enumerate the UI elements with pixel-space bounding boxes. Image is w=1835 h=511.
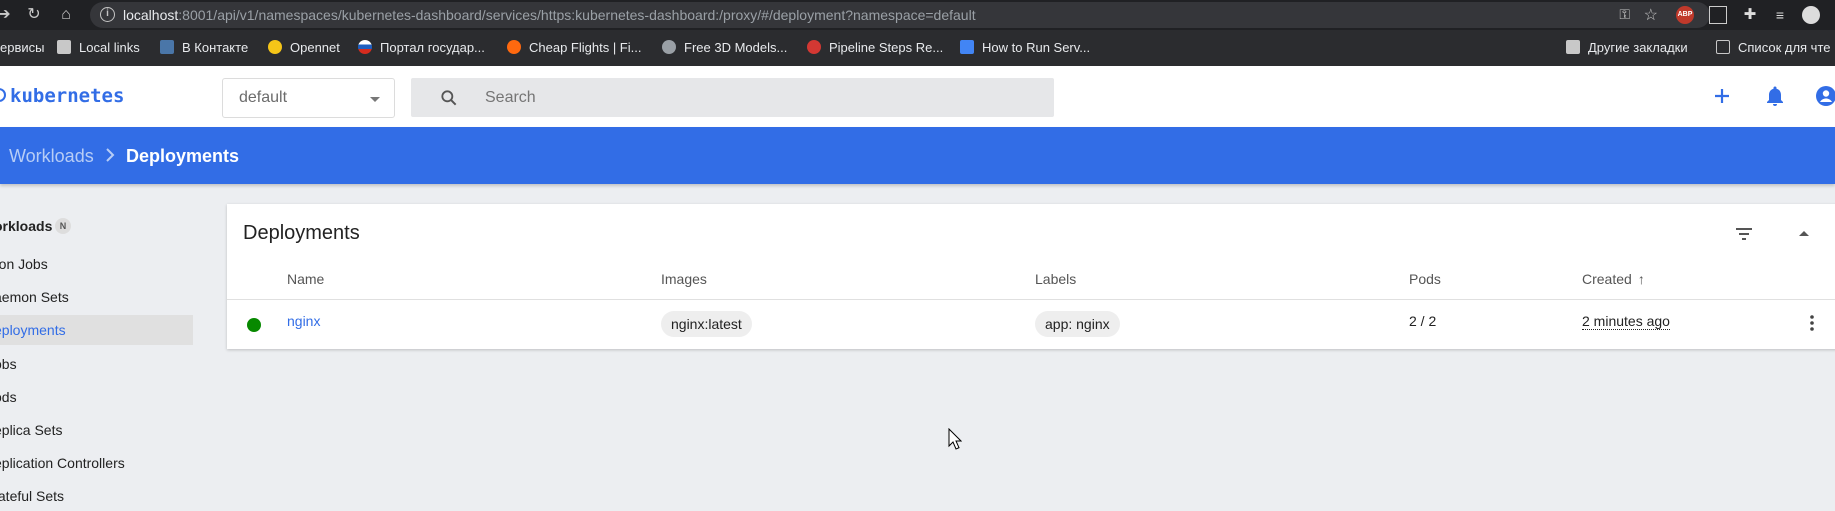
header-divider	[227, 299, 1835, 300]
bookmark-item[interactable]: Cheap Flights | Fi...	[507, 39, 641, 57]
browser-toolbar: ➔ ↻ ⌂ i localhost:8001/api/v1/namespaces…	[0, 0, 1835, 30]
dashboard-header: kubernetes default	[0, 66, 1835, 127]
image-chip: nginx:latest	[661, 311, 752, 337]
mouse-cursor-icon	[948, 428, 962, 450]
forward-icon[interactable]: ➔	[0, 5, 14, 25]
bookmark-item[interactable]: Local links	[57, 39, 140, 57]
status-running-icon	[247, 318, 261, 332]
column-header-images: Images	[661, 271, 707, 287]
chevron-right-icon	[106, 148, 115, 162]
reload-icon[interactable]: ↻	[24, 5, 44, 25]
star-icon	[268, 40, 282, 54]
kayak-icon	[507, 40, 521, 54]
filter-icon[interactable]	[1732, 222, 1756, 246]
notifications-bell-icon[interactable]	[1763, 84, 1787, 108]
sidebar-item-jobs[interactable]: obs	[0, 349, 193, 379]
bookmark-star-icon[interactable]: ☆	[1644, 5, 1658, 25]
deployments-card: Deployments Name Images Labels Pods Crea…	[227, 204, 1835, 349]
add-icon[interactable]	[1710, 84, 1734, 108]
namespaced-badge: N	[55, 218, 71, 234]
adblock-icon[interactable]: ABP	[1676, 6, 1694, 24]
column-header-created[interactable]: Created ↑	[1582, 271, 1645, 287]
url-text[interactable]: localhost:8001/api/v1/namespaces/kuberne…	[123, 7, 976, 23]
sidebar-item-cron-jobs[interactable]: ron Jobs	[0, 249, 193, 279]
other-bookmarks[interactable]: Другие закладки	[1566, 39, 1688, 57]
home-icon[interactable]: ⌂	[56, 5, 76, 25]
app-logo[interactable]: kubernetes	[10, 85, 124, 107]
globe-icon	[662, 40, 676, 54]
media-list-icon[interactable]: ≡	[1771, 6, 1789, 24]
reading-list[interactable]: Список для чте	[1716, 39, 1831, 57]
collapse-arrow-icon[interactable]	[1792, 222, 1816, 246]
sidebar-item-replica-sets[interactable]: eplica Sets	[0, 415, 193, 445]
bookmark-item[interactable]: How to Run Serv...	[960, 39, 1090, 57]
address-bar[interactable]: i localhost:8001/api/v1/namespaces/kuber…	[90, 2, 1710, 28]
folder-icon	[57, 40, 71, 54]
bookmark-item[interactable]: Opennet	[268, 39, 340, 57]
qr-code-icon[interactable]	[1709, 6, 1727, 24]
sort-ascending-icon[interactable]: ↑	[1638, 271, 1645, 287]
sidebar-item-stateful-sets[interactable]: tateful Sets	[0, 481, 193, 511]
sidebar-item-replication-controllers[interactable]: eplication Controllers	[0, 448, 193, 478]
namespace-selector[interactable]: default	[222, 78, 395, 118]
bookmarks-bar: ервисы Local links В Контакте Opennet По…	[0, 30, 1835, 66]
label-chip: app: nginx	[1035, 311, 1120, 337]
column-header-pods: Pods	[1409, 271, 1441, 287]
bookmark-item[interactable]: Free 3D Models...	[662, 39, 787, 57]
search-icon	[441, 90, 457, 106]
breadcrumb: Workloads Deployments	[0, 127, 1835, 184]
link-icon	[960, 40, 974, 54]
search-input[interactable]	[485, 87, 1025, 109]
bookmark-item[interactable]: Портал государ...	[358, 39, 485, 57]
column-header-name[interactable]: Name	[287, 271, 324, 287]
sidebar-section-workloads[interactable]: orkloads	[0, 218, 52, 234]
table-row-name[interactable]: nginx	[287, 313, 320, 329]
pods-count: 2 / 2	[1409, 313, 1437, 329]
bookmark-item[interactable]: Pipeline Steps Re...	[807, 39, 943, 57]
breadcrumb-workloads[interactable]: Workloads	[9, 146, 94, 167]
sidebar-item-pods[interactable]: ods	[0, 382, 193, 412]
jenkins-icon	[807, 40, 821, 54]
namespace-value: default	[239, 89, 288, 106]
key-icon[interactable]: ⚿	[1619, 6, 1630, 23]
card-title: Deployments	[243, 222, 360, 244]
bookmark-item[interactable]: ервисы	[0, 39, 44, 57]
sidebar-item-daemon-sets[interactable]: aemon Sets	[0, 282, 193, 312]
extensions-icon[interactable]: ✚	[1741, 6, 1759, 24]
more-vert-icon[interactable]	[1802, 313, 1822, 333]
vk-icon	[160, 40, 174, 54]
chevron-down-icon	[370, 97, 380, 102]
sidebar-item-deployments[interactable]: eployments	[0, 315, 193, 345]
profile-avatar[interactable]	[1802, 6, 1820, 24]
account-circle-icon[interactable]	[1814, 84, 1835, 108]
flag-icon	[358, 40, 372, 54]
kubernetes-logo-icon	[0, 88, 6, 102]
deployment-name-link[interactable]: nginx	[287, 313, 320, 329]
reading-list-icon	[1716, 40, 1730, 54]
info-icon[interactable]: i	[100, 7, 115, 22]
column-header-labels: Labels	[1035, 271, 1077, 287]
breadcrumb-deployments: Deployments	[126, 146, 240, 166]
created-time: 2 minutes ago	[1582, 313, 1670, 330]
search-box[interactable]	[411, 78, 1054, 117]
bookmark-item[interactable]: В Контакте	[160, 39, 248, 57]
folder-icon	[1566, 40, 1580, 54]
